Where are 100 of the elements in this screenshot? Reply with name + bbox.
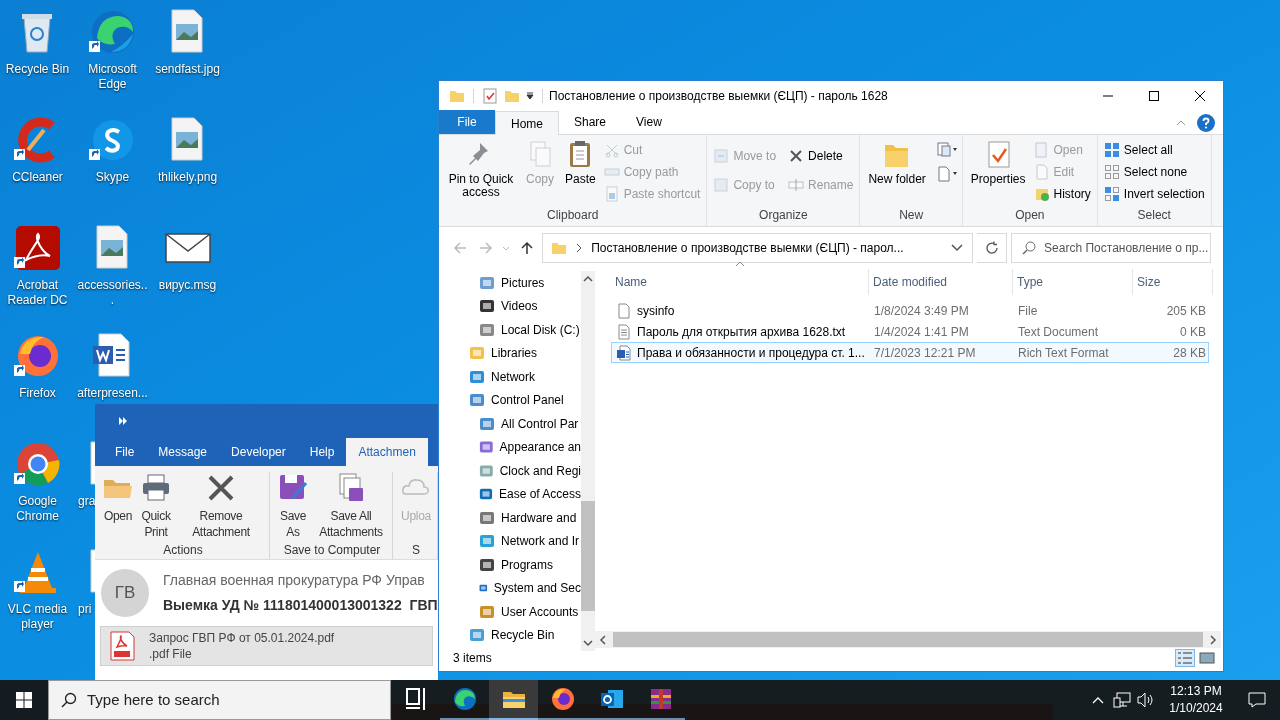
ribbon-button[interactable]: Properties <box>966 139 1030 186</box>
file-row[interactable]: sysinfo 1/8/2024 3:49 PM File 205 KB <box>611 300 1209 321</box>
column-header[interactable]: Name <box>611 269 869 295</box>
message-subject: Выемка УД № 111801400013001322 ГВП <box>163 596 438 615</box>
ribbon-button[interactable]: Delete <box>786 145 856 166</box>
folder-icon <box>504 88 520 104</box>
ribbon-tab[interactable]: Share <box>559 110 622 134</box>
maximize-icon <box>1149 91 1159 101</box>
ribbon-tab[interactable]: Home <box>495 111 559 135</box>
nav-item[interactable]: Network <box>469 365 581 389</box>
nav-item[interactable]: Appearance an <box>479 435 581 459</box>
scrollbar[interactable] <box>581 271 595 651</box>
group-label: Actions <box>162 542 204 559</box>
ribbon-button[interactable]: Paste <box>561 139 600 186</box>
search-field[interactable]: Type here to search <box>87 688 390 712</box>
nav-item[interactable]: Libraries <box>469 341 581 365</box>
overflow-icon <box>119 417 127 425</box>
icon-label[interactable]: Google Chrome <box>1 494 74 524</box>
archive-icon <box>648 687 673 711</box>
nav-item[interactable]: Ease of Access <box>479 482 581 506</box>
refresh-icon <box>984 241 999 255</box>
nav-item[interactable]: User Accounts <box>479 600 581 624</box>
nav-item[interactable]: Programs <box>479 553 581 577</box>
nav-item[interactable]: Recycle Bin <box>469 623 581 647</box>
icon-label[interactable]: Microsoft Edge <box>76 62 149 92</box>
nav-item-icon <box>479 603 495 620</box>
thumbnail-view-button[interactable] <box>1197 649 1217 667</box>
back-icon <box>452 241 467 255</box>
ribbon-button[interactable]: Pin to Quick access <box>443 139 519 199</box>
ribbon-button[interactable]: Select none <box>1101 161 1207 182</box>
icon-label[interactable]: gra <box>75 494 96 509</box>
nav-item[interactable]: Hardware and <box>479 506 581 530</box>
outlook-icon <box>599 687 624 711</box>
icon-label[interactable]: CCleaner <box>1 170 74 185</box>
group-label: Organize <box>758 207 809 224</box>
ribbon-tab[interactable]: Attachmen <box>346 438 428 466</box>
address-bar[interactable]: Постановление о производстве выемки (ЄЦП) - парол... <box>542 233 974 263</box>
column-header[interactable]: Date modified <box>869 269 1013 295</box>
ribbon-tab[interactable]: Developer <box>219 438 298 466</box>
ribbon-button[interactable]: Quick Print <box>137 472 175 541</box>
copy-icon <box>713 176 730 193</box>
scrollbar[interactable] <box>595 631 1221 648</box>
ribbon-button[interactable]: Select all <box>1101 139 1207 160</box>
ribbon-button[interactable]: Remove Attachment <box>175 472 267 541</box>
ribbon-tab[interactable]: Help <box>297 438 347 466</box>
icon-label[interactable]: thlikely.png <box>151 170 224 185</box>
file-row[interactable]: Пароль для открытия архива 1628.txt 1/4/2024 1:41 PM Text Document 0 KB <box>611 321 1209 342</box>
thumbnail-view-icon <box>1198 650 1216 666</box>
edit-icon <box>1033 163 1050 180</box>
icon-label[interactable]: sendfast.jpg <box>151 62 224 77</box>
easy-access-icon <box>935 165 958 183</box>
network-button[interactable] <box>1110 692 1134 708</box>
printer-icon <box>140 472 172 504</box>
icon-label[interactable]: accessories... <box>76 278 149 308</box>
group-label: Save to Computer <box>282 542 382 559</box>
forward-icon <box>478 241 493 255</box>
nav-item[interactable]: Control Panel <box>469 388 581 412</box>
close-icon <box>1195 91 1205 101</box>
nav-item-icon <box>479 298 495 315</box>
nav-item[interactable]: Network and Ir <box>479 529 581 553</box>
icon-label[interactable]: Acrobat Reader DC <box>1 278 74 308</box>
taskbar-app[interactable] <box>489 680 538 720</box>
new-item-icon <box>935 141 958 159</box>
icon-label[interactable]: Firefox <box>1 386 74 401</box>
ribbon-button[interactable]: Open <box>99 472 137 541</box>
ribbon-button[interactable]: New folder <box>864 139 930 186</box>
column-header[interactable]: Size <box>1133 269 1213 295</box>
icon-label[interactable]: вирус.msg <box>151 278 224 293</box>
ribbon-button[interactable]: History <box>1031 183 1093 204</box>
search-field[interactable]: Search Постановление о пр... <box>1044 239 1210 257</box>
icon-label[interactable]: Recycle Bin <box>1 62 74 77</box>
file-icon <box>616 344 632 361</box>
icon-label[interactable]: VLC media player <box>1 602 74 632</box>
ribbon-tab[interactable]: View <box>621 110 677 134</box>
icon-label[interactable]: Skype <box>76 170 149 185</box>
icon-label[interactable]: pri <box>75 602 92 617</box>
details-view-icon <box>1176 650 1194 666</box>
nav-item[interactable]: Videos <box>479 294 581 318</box>
icon-label[interactable]: afterpresen... <box>76 386 149 401</box>
refresh-button[interactable] <box>977 233 1008 263</box>
nav-item[interactable]: System and Sec <box>479 576 581 600</box>
search-box[interactable]: Type here to search <box>48 680 391 720</box>
nav-item[interactable]: Clock and Regi <box>479 459 581 483</box>
ribbon-button[interactable]: Invert selection <box>1101 183 1207 204</box>
column-header[interactable]: Type <box>1013 269 1133 295</box>
attachment-name: Запрос ГВП РФ от 05.01.2024.pdf <box>149 630 335 646</box>
ribbon-button[interactable]: Save All Attachments <box>312 472 390 541</box>
details-view-button[interactable] <box>1175 649 1195 667</box>
ribbon-tab[interactable]: File <box>103 438 147 466</box>
sort-icon <box>735 261 745 267</box>
file-row[interactable]: Права и обязанности и процедура ст. 1... 7/1/2023 12:21 PM Rich Text Format 28 KB <box>611 342 1209 363</box>
nav-item[interactable]: Local Disk (C:) <box>479 318 581 342</box>
nav-item[interactable]: Pictures <box>479 271 581 295</box>
attachment[interactable]: Запрос ГВП РФ от 05.01.2024.pdf .pdf File <box>100 626 433 666</box>
nav-item[interactable]: All Control Par <box>479 412 581 436</box>
date-cell-text: 7/1/2023 12:21 PM <box>873 344 977 362</box>
ribbon-tab[interactable]: Message <box>146 438 220 466</box>
ribbon-tab[interactable]: File <box>439 110 495 134</box>
ribbon-button[interactable]: Save As <box>274 472 312 541</box>
clock[interactable]: 12:13 PM 1/10/2024 <box>1158 683 1234 717</box>
